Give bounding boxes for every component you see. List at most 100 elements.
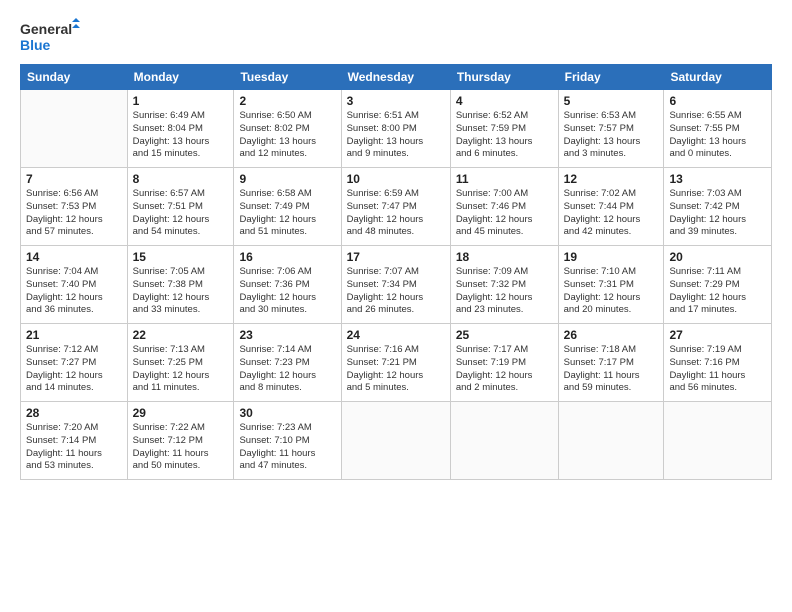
day-number: 11 [456, 172, 553, 186]
calendar-cell: 29 Sunrise: 7:22 AMSunset: 7:12 PMDayligh… [127, 402, 234, 480]
calendar-cell: 11 Sunrise: 7:00 AMSunset: 7:46 PMDayligh… [450, 168, 558, 246]
calendar-cell: 6 Sunrise: 6:55 AMSunset: 7:55 PMDaylight… [664, 90, 772, 168]
day-details: Sunrise: 7:18 AMSunset: 7:17 PMDaylight:… [564, 344, 659, 395]
day-number: 15 [133, 250, 229, 264]
day-details: Sunrise: 7:22 AMSunset: 7:12 PMDaylight:… [133, 422, 229, 473]
calendar-header-row: SundayMondayTuesdayWednesdayThursdayFrid… [21, 65, 772, 90]
day-details: Sunrise: 6:51 AMSunset: 8:00 PMDaylight:… [347, 110, 445, 161]
calendar-cell: 15 Sunrise: 7:05 AMSunset: 7:38 PMDayligh… [127, 246, 234, 324]
day-number: 26 [564, 328, 659, 342]
day-details: Sunrise: 6:56 AMSunset: 7:53 PMDaylight:… [26, 188, 122, 239]
day-number: 28 [26, 406, 122, 420]
day-details: Sunrise: 6:49 AMSunset: 8:04 PMDaylight:… [133, 110, 229, 161]
day-details: Sunrise: 6:59 AMSunset: 7:47 PMDaylight:… [347, 188, 445, 239]
page: General Blue SundayMondayTuesdayWednesda… [0, 0, 792, 612]
day-number: 25 [456, 328, 553, 342]
day-number: 14 [26, 250, 122, 264]
day-number: 21 [26, 328, 122, 342]
calendar-cell [664, 402, 772, 480]
calendar-cell: 25Sunrise: 7:17 AMSunset: 7:19 PMDayligh… [450, 324, 558, 402]
calendar-cell: 17Sunrise: 7:07 AMSunset: 7:34 PMDayligh… [341, 246, 450, 324]
logo: General Blue [20, 18, 80, 54]
calendar-cell: 9Sunrise: 6:58 AMSunset: 7:49 PMDaylight… [234, 168, 341, 246]
col-header-saturday: Saturday [664, 65, 772, 90]
day-details: Sunrise: 7:10 AMSunset: 7:31 PMDaylight:… [564, 266, 659, 317]
day-details: Sunrise: 7:23 AMSunset: 7:10 PMDaylight:… [239, 422, 335, 473]
day-details: Sunrise: 6:50 AMSunset: 8:02 PMDaylight:… [239, 110, 335, 161]
calendar-cell: 24 Sunrise: 7:16 AMSunset: 7:21 PMDayligh… [341, 324, 450, 402]
calendar-cell: 5Sunrise: 6:53 AMSunset: 7:57 PMDaylight… [558, 90, 664, 168]
calendar-table: SundayMondayTuesdayWednesdayThursdayFrid… [20, 64, 772, 480]
col-header-wednesday: Wednesday [341, 65, 450, 90]
calendar-cell: 3 Sunrise: 6:51 AMSunset: 8:00 PMDaylight… [341, 90, 450, 168]
day-number: 12 [564, 172, 659, 186]
day-details: Sunrise: 7:13 AMSunset: 7:25 PMDaylight:… [133, 344, 229, 395]
col-header-tuesday: Tuesday [234, 65, 341, 90]
day-details: Sunrise: 7:06 AMSunset: 7:36 PMDaylight:… [239, 266, 335, 317]
calendar-week-2: 7Sunrise: 6:56 AMSunset: 7:53 PMDaylight… [21, 168, 772, 246]
day-number: 24 [347, 328, 445, 342]
calendar-cell: 2Sunrise: 6:50 AMSunset: 8:02 PMDaylight… [234, 90, 341, 168]
day-details: Sunrise: 7:14 AMSunset: 7:23 PMDaylight:… [239, 344, 335, 395]
day-details: Sunrise: 7:05 AMSunset: 7:38 PMDaylight:… [133, 266, 229, 317]
calendar-cell [450, 402, 558, 480]
calendar-cell: 30 Sunrise: 7:23 AMSunset: 7:10 PMDayligh… [234, 402, 341, 480]
day-number: 27 [669, 328, 766, 342]
day-details: Sunrise: 6:52 AMSunset: 7:59 PMDaylight:… [456, 110, 553, 161]
calendar-week-5: 28 Sunrise: 7:20 AMSunset: 7:14 PMDayligh… [21, 402, 772, 480]
header: General Blue [20, 18, 772, 54]
day-details: Sunrise: 7:09 AMSunset: 7:32 PMDaylight:… [456, 266, 553, 317]
calendar-cell: 22 Sunrise: 7:13 AMSunset: 7:25 PMDayligh… [127, 324, 234, 402]
col-header-thursday: Thursday [450, 65, 558, 90]
day-number: 30 [239, 406, 335, 420]
logo-svg: General Blue [20, 18, 80, 54]
calendar-cell: 14 Sunrise: 7:04 AMSunset: 7:40 PMDayligh… [21, 246, 128, 324]
day-details: Sunrise: 7:02 AMSunset: 7:44 PMDaylight:… [564, 188, 659, 239]
day-number: 8 [133, 172, 229, 186]
calendar-cell: 16 Sunrise: 7:06 AMSunset: 7:36 PMDayligh… [234, 246, 341, 324]
day-details: Sunrise: 7:19 AMSunset: 7:16 PMDaylight:… [669, 344, 766, 395]
day-number: 3 [347, 94, 445, 108]
day-number: 6 [669, 94, 766, 108]
day-details: Sunrise: 7:04 AMSunset: 7:40 PMDaylight:… [26, 266, 122, 317]
calendar-cell: 7Sunrise: 6:56 AMSunset: 7:53 PMDaylight… [21, 168, 128, 246]
day-number: 19 [564, 250, 659, 264]
day-details: Sunrise: 7:20 AMSunset: 7:14 PMDaylight:… [26, 422, 122, 473]
svg-text:Blue: Blue [20, 37, 51, 53]
col-header-sunday: Sunday [21, 65, 128, 90]
col-header-friday: Friday [558, 65, 664, 90]
day-details: Sunrise: 7:00 AMSunset: 7:46 PMDaylight:… [456, 188, 553, 239]
calendar-cell: 20 Sunrise: 7:11 AMSunset: 7:29 PMDayligh… [664, 246, 772, 324]
calendar-cell: 4 Sunrise: 6:52 AMSunset: 7:59 PMDaylight… [450, 90, 558, 168]
calendar-cell: 28 Sunrise: 7:20 AMSunset: 7:14 PMDayligh… [21, 402, 128, 480]
calendar-week-4: 21 Sunrise: 7:12 AMSunset: 7:27 PMDayligh… [21, 324, 772, 402]
calendar-cell: 23 Sunrise: 7:14 AMSunset: 7:23 PMDayligh… [234, 324, 341, 402]
calendar-cell: 12 Sunrise: 7:02 AMSunset: 7:44 PMDayligh… [558, 168, 664, 246]
day-number: 10 [347, 172, 445, 186]
day-details: Sunrise: 6:55 AMSunset: 7:55 PMDaylight:… [669, 110, 766, 161]
day-details: Sunrise: 7:03 AMSunset: 7:42 PMDaylight:… [669, 188, 766, 239]
day-number: 1 [133, 94, 229, 108]
day-number: 16 [239, 250, 335, 264]
day-number: 29 [133, 406, 229, 420]
day-details: Sunrise: 7:12 AMSunset: 7:27 PMDaylight:… [26, 344, 122, 395]
day-details: Sunrise: 6:57 AMSunset: 7:51 PMDaylight:… [133, 188, 229, 239]
day-number: 23 [239, 328, 335, 342]
calendar-week-1: 1 Sunrise: 6:49 AMSunset: 8:04 PMDaylight… [21, 90, 772, 168]
day-details: Sunrise: 7:16 AMSunset: 7:21 PMDaylight:… [347, 344, 445, 395]
day-details: Sunrise: 6:58 AMSunset: 7:49 PMDaylight:… [239, 188, 335, 239]
calendar-cell: 18 Sunrise: 7:09 AMSunset: 7:32 PMDayligh… [450, 246, 558, 324]
day-number: 18 [456, 250, 553, 264]
day-number: 4 [456, 94, 553, 108]
calendar-week-3: 14 Sunrise: 7:04 AMSunset: 7:40 PMDayligh… [21, 246, 772, 324]
calendar-cell [558, 402, 664, 480]
calendar-body: 1 Sunrise: 6:49 AMSunset: 8:04 PMDaylight… [21, 90, 772, 480]
day-number: 17 [347, 250, 445, 264]
calendar-cell [21, 90, 128, 168]
calendar-cell [341, 402, 450, 480]
day-details: Sunrise: 7:11 AMSunset: 7:29 PMDaylight:… [669, 266, 766, 317]
day-number: 5 [564, 94, 659, 108]
day-number: 20 [669, 250, 766, 264]
day-number: 22 [133, 328, 229, 342]
calendar-cell: 1 Sunrise: 6:49 AMSunset: 8:04 PMDaylight… [127, 90, 234, 168]
